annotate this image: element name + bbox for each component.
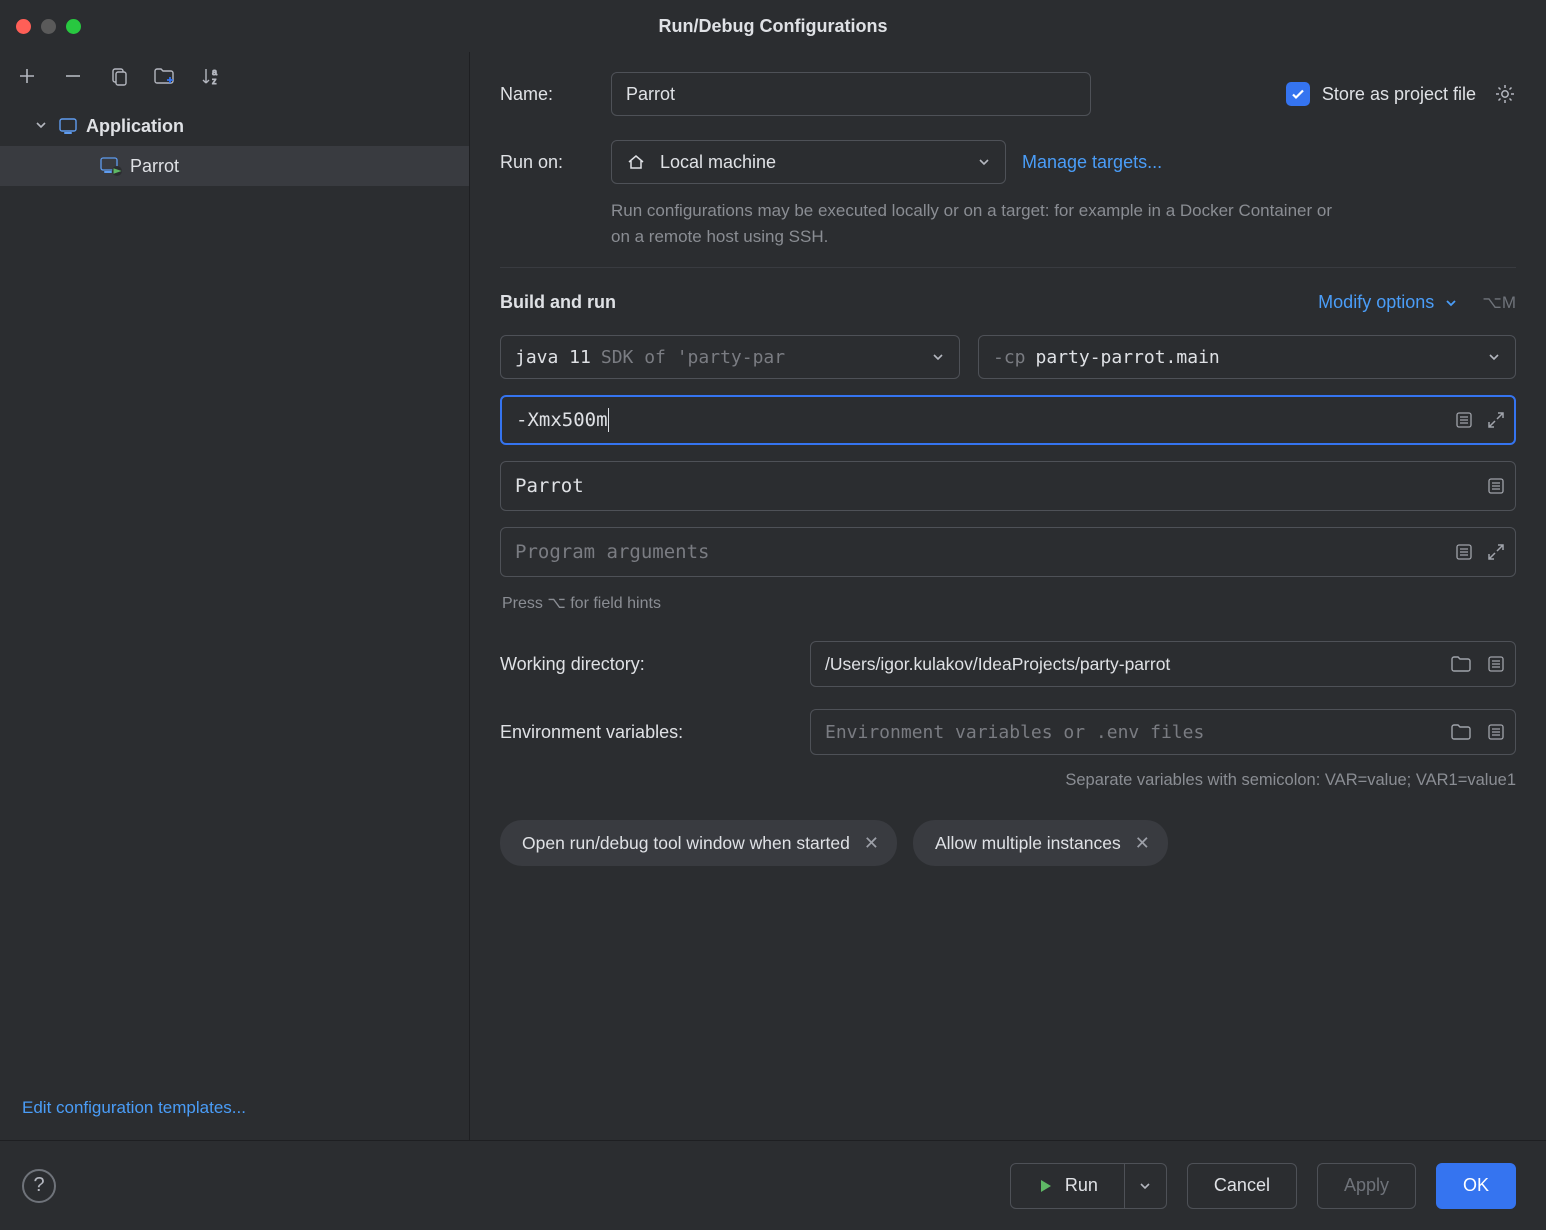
list-icon[interactable] bbox=[1486, 654, 1506, 674]
name-input[interactable]: Parrot bbox=[611, 72, 1091, 116]
run-on-label: Run on: bbox=[500, 152, 595, 173]
classpath-select[interactable]: -cp party-parrot.main bbox=[978, 335, 1516, 379]
configurations-sidebar: az Application Parrot Edit configura bbox=[0, 52, 470, 1140]
modify-options-link[interactable]: Modify options bbox=[1318, 292, 1434, 313]
window-titlebar: Run/Debug Configurations bbox=[0, 0, 1546, 52]
store-as-project-file-label: Store as project file bbox=[1322, 84, 1476, 105]
help-button[interactable]: ? bbox=[22, 1169, 56, 1203]
environment-variables-input[interactable]: Environment variables or .env files bbox=[810, 709, 1516, 755]
folder-icon[interactable] bbox=[1450, 722, 1472, 742]
edit-templates-link[interactable]: Edit configuration templates... bbox=[22, 1098, 246, 1117]
gear-icon[interactable] bbox=[1494, 83, 1516, 105]
chip-allow-multiple-instances[interactable]: Allow multiple instances ✕ bbox=[913, 820, 1168, 866]
add-configuration-button[interactable] bbox=[14, 63, 40, 89]
env-vars-hint: Separate variables with semicolon: VAR=v… bbox=[500, 771, 1516, 790]
run-on-hint: Run configurations may be executed local… bbox=[611, 198, 1351, 249]
play-icon bbox=[1037, 1178, 1053, 1194]
chevron-down-icon bbox=[977, 155, 991, 169]
list-icon[interactable] bbox=[1486, 722, 1506, 742]
close-icon[interactable]: ✕ bbox=[1135, 833, 1150, 854]
chevron-down-icon bbox=[931, 350, 945, 364]
tree-node-label: Parrot bbox=[130, 156, 179, 177]
dialog-footer: ? Run Cancel Apply OK bbox=[0, 1140, 1546, 1230]
vm-options-input[interactable]: -Xmx500m bbox=[500, 395, 1516, 445]
run-button-group: Run bbox=[1010, 1163, 1167, 1209]
program-arguments-input[interactable]: Program arguments bbox=[500, 527, 1516, 577]
application-type-icon bbox=[58, 116, 78, 136]
main-class-input[interactable]: Parrot bbox=[500, 461, 1516, 511]
remove-configuration-button[interactable] bbox=[60, 63, 86, 89]
copy-configuration-button[interactable] bbox=[106, 63, 132, 89]
configurations-tree: Application Parrot bbox=[0, 100, 469, 1082]
store-as-project-file-checkbox[interactable] bbox=[1286, 82, 1310, 106]
chip-open-tool-window[interactable]: Open run/debug tool window when started … bbox=[500, 820, 897, 866]
expand-icon[interactable] bbox=[1486, 410, 1506, 430]
chevron-down-icon bbox=[1487, 350, 1501, 364]
build-and-run-title: Build and run bbox=[500, 292, 616, 313]
home-icon bbox=[626, 152, 646, 172]
run-config-icon bbox=[100, 156, 122, 176]
working-directory-label: Working directory: bbox=[500, 654, 790, 675]
cancel-button[interactable]: Cancel bbox=[1187, 1163, 1297, 1209]
jdk-select[interactable]: java 11 SDK of 'party-par bbox=[500, 335, 960, 379]
svg-text:z: z bbox=[212, 76, 217, 86]
tree-node-application[interactable]: Application bbox=[0, 106, 469, 146]
configuration-form: Name: Parrot Store as project file Run o… bbox=[470, 52, 1546, 1140]
ok-button[interactable]: OK bbox=[1436, 1163, 1516, 1209]
divider bbox=[500, 267, 1516, 268]
folder-add-button[interactable] bbox=[152, 63, 178, 89]
tree-node-parrot[interactable]: Parrot bbox=[0, 146, 469, 186]
run-dropdown-button[interactable] bbox=[1125, 1163, 1167, 1209]
modify-options-shortcut: ⌥M bbox=[1482, 293, 1516, 313]
manage-targets-link[interactable]: Manage targets... bbox=[1022, 152, 1162, 173]
option-chips: Open run/debug tool window when started … bbox=[500, 820, 1516, 866]
expand-icon[interactable] bbox=[1486, 542, 1506, 562]
apply-button[interactable]: Apply bbox=[1317, 1163, 1416, 1209]
list-icon[interactable] bbox=[1454, 410, 1474, 430]
name-label: Name: bbox=[500, 84, 595, 105]
sort-alpha-button[interactable]: az bbox=[198, 63, 224, 89]
list-icon[interactable] bbox=[1486, 476, 1506, 496]
folder-icon[interactable] bbox=[1450, 654, 1472, 674]
close-icon[interactable]: ✕ bbox=[864, 833, 879, 854]
list-icon[interactable] bbox=[1454, 542, 1474, 562]
field-hints-text: Press ⌥ for field hints bbox=[502, 593, 1516, 613]
working-directory-input[interactable]: /Users/igor.kulakov/IdeaProjects/party-p… bbox=[810, 641, 1516, 687]
run-on-select[interactable]: Local machine bbox=[611, 140, 1006, 184]
environment-variables-label: Environment variables: bbox=[500, 722, 790, 743]
chevron-down-icon bbox=[34, 118, 50, 134]
chevron-down-icon bbox=[1444, 296, 1458, 310]
sidebar-toolbar: az bbox=[0, 52, 469, 100]
run-button[interactable]: Run bbox=[1010, 1163, 1125, 1209]
tree-node-label: Application bbox=[86, 116, 184, 137]
window-title: Run/Debug Configurations bbox=[0, 16, 1546, 37]
